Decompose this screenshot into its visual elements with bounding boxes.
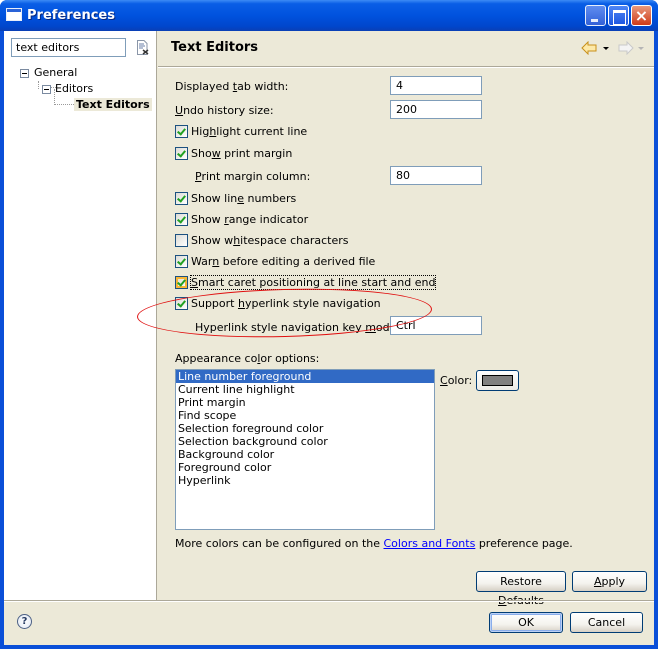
tab-width-label: Displayed tab width:: [175, 80, 289, 93]
smart-caret-label[interactable]: Smart caret positioning at line start an…: [189, 275, 437, 290]
more-colors-info: More colors can be configured on the Col…: [175, 537, 573, 550]
undo-history-input[interactable]: [390, 100, 482, 119]
page-title: Text Editors: [171, 40, 259, 55]
forward-history-dropdown-icon[interactable]: [638, 47, 644, 50]
appearance-list-item[interactable]: Print margin: [176, 396, 434, 409]
hyperlink-modifier-input[interactable]: [390, 316, 482, 335]
show-print-margin-label[interactable]: Show print margin: [191, 147, 292, 160]
collapse-icon[interactable]: [20, 69, 29, 78]
preferences-window: Preferences × General: [0, 0, 658, 649]
footer-separator: [4, 600, 654, 602]
window-icon: [6, 8, 22, 21]
color-label: Color:: [440, 374, 473, 387]
warn-derived-file-checkbox[interactable]: [175, 255, 188, 268]
appearance-list-item[interactable]: Selection background color: [176, 435, 434, 448]
close-button[interactable]: ×: [631, 5, 652, 26]
appearance-list-item[interactable]: Current line highlight: [176, 383, 434, 396]
highlight-current-line-label[interactable]: Highlight current line: [191, 125, 307, 138]
header-separator: [158, 66, 654, 68]
help-icon[interactable]: ?: [17, 614, 32, 629]
hyperlink-navigation-label[interactable]: Support hyperlink style navigation: [191, 297, 381, 310]
color-swatch: [482, 375, 513, 386]
show-range-indicator-label[interactable]: Show range indicator: [191, 213, 308, 226]
close-icon: ×: [634, 6, 649, 25]
preference-tree-pane: General Editors Text Editors: [4, 31, 157, 600]
back-history-dropdown-icon[interactable]: [603, 47, 609, 50]
forward-button[interactable]: [618, 40, 644, 58]
smart-caret-checkbox[interactable]: [175, 276, 188, 289]
show-range-indicator-checkbox[interactable]: [175, 213, 188, 226]
ok-button[interactable]: OK: [489, 612, 563, 633]
preference-page: Text Editors Displayed tab width: Undo h…: [158, 31, 654, 607]
tab-width-input[interactable]: [390, 76, 482, 95]
appearance-label: Appearance color options:: [175, 352, 320, 365]
appearance-list-item[interactable]: Find scope: [176, 409, 434, 422]
forward-arrow-icon: [618, 40, 634, 56]
collapse-icon[interactable]: [42, 85, 51, 94]
show-whitespace-checkbox[interactable]: [175, 234, 188, 247]
appearance-list-item[interactable]: Hyperlink: [176, 474, 434, 487]
appearance-color-list[interactable]: Line number foreground Current line highl…: [175, 369, 435, 530]
highlight-current-line-checkbox[interactable]: [175, 125, 188, 138]
tree-guide: [38, 81, 39, 89]
back-arrow-icon: [581, 40, 597, 56]
tree-guide: [54, 104, 74, 105]
show-print-margin-checkbox[interactable]: [175, 147, 188, 160]
cancel-button[interactable]: Cancel: [570, 612, 643, 633]
print-margin-column-input[interactable]: [390, 166, 482, 185]
apply-button[interactable]: Apply: [572, 571, 647, 592]
hyperlink-navigation-checkbox[interactable]: [175, 297, 188, 310]
print-margin-column-label: Print margin column:: [195, 170, 311, 183]
maximize-button[interactable]: [608, 5, 629, 26]
minimize-button[interactable]: [585, 5, 606, 26]
filter-input[interactable]: [11, 38, 126, 57]
color-picker-button[interactable]: [476, 370, 519, 391]
window-title: Preferences: [27, 8, 115, 23]
show-line-numbers-label[interactable]: Show line numbers: [191, 192, 296, 205]
colors-and-fonts-link[interactable]: Colors and Fonts: [384, 537, 476, 550]
title-bar[interactable]: Preferences ×: [0, 0, 658, 31]
dialog-body: General Editors Text Editors Text Editor…: [4, 31, 654, 645]
clear-filter-icon[interactable]: [137, 40, 149, 55]
appearance-list-item[interactable]: Selection foreground color: [176, 422, 434, 435]
undo-history-label: Undo history size:: [175, 104, 274, 117]
hyperlink-modifier-label: Hyperlink style navigation key modifier:: [195, 321, 414, 334]
appearance-list-item[interactable]: Line number foreground: [176, 370, 434, 383]
warn-derived-file-label[interactable]: Warn before editing a derived file: [191, 255, 375, 268]
appearance-list-item[interactable]: Background color: [176, 448, 434, 461]
appearance-list-item[interactable]: Foreground color: [176, 461, 434, 474]
restore-defaults-button[interactable]: Restore Defaults: [476, 571, 566, 607]
show-line-numbers-checkbox[interactable]: [175, 192, 188, 205]
back-button[interactable]: [581, 40, 609, 58]
tree-item-text-editors[interactable]: Text Editors: [74, 97, 152, 113]
show-whitespace-label[interactable]: Show whitespace characters: [191, 234, 348, 247]
